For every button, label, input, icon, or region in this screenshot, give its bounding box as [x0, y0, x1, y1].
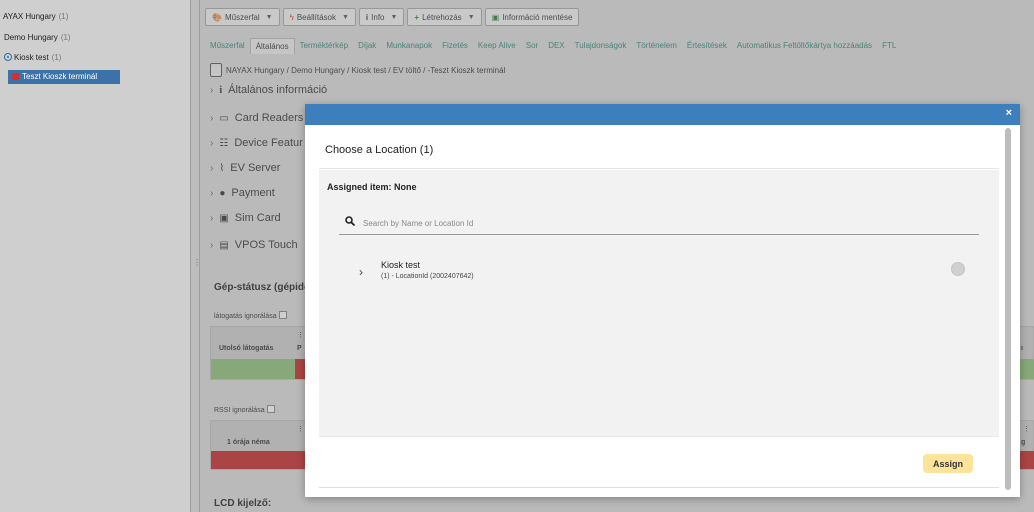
divider — [319, 436, 999, 437]
dialog-header: × — [305, 104, 1020, 125]
location-row[interactable]: › Kiosk test (1) - LocationId (200240764… — [359, 258, 979, 292]
location-radio[interactable] — [951, 262, 965, 276]
dialog-title: Choose a Location (1) — [325, 144, 434, 156]
tree-item-count: (1) — [60, 33, 71, 42]
tree-item-kiosk-test[interactable]: Kiosk test (1) — [4, 53, 61, 62]
assigned-item-label: Assigned item: None — [327, 182, 417, 192]
divider — [319, 168, 999, 169]
splitter-grip-icon[interactable]: ⋮ — [193, 258, 201, 267]
assign-button[interactable]: Assign — [923, 454, 973, 473]
dialog-scrollbar[interactable] — [1005, 128, 1011, 490]
tree-item-demo-hungary[interactable]: Demo Hungary (1) — [4, 33, 71, 42]
terminal-status-icon — [12, 73, 19, 80]
tree-item-nayax-hungary[interactable]: AYAX Hungary (1) — [3, 12, 68, 21]
close-icon[interactable]: × — [1006, 107, 1012, 119]
search-input[interactable] — [363, 214, 963, 232]
divider — [319, 487, 999, 488]
chevron-right-icon[interactable]: › — [359, 265, 363, 279]
tree-item-label: Demo Hungary — [4, 33, 58, 42]
location-panel: Assigned item: None › Kiosk test (1) - L… — [319, 170, 999, 436]
tree-item-label: AYAX Hungary — [3, 12, 56, 21]
location-tree: AYAX Hungary (1) Demo Hungary (1) Kiosk te… — [0, 0, 190, 512]
tree-item-label: Teszt Kioszk terminál — [22, 72, 98, 81]
search-icon — [345, 216, 355, 226]
panel-splitter[interactable] — [190, 0, 200, 512]
tree-item-count: (1) — [51, 53, 62, 62]
location-id: (1) - LocationId (2002407642) — [381, 273, 474, 280]
tree-item-count: (1) — [58, 12, 69, 21]
tree-item-label: Kiosk test — [14, 53, 49, 62]
tree-item-selected-terminal[interactable]: Teszt Kioszk terminál — [8, 70, 120, 84]
location-name: Kiosk test — [381, 260, 421, 270]
radio-icon — [4, 53, 12, 61]
choose-location-dialog: × Choose a Location (1) Assigned item: N… — [305, 104, 1020, 497]
search-field — [339, 213, 979, 235]
